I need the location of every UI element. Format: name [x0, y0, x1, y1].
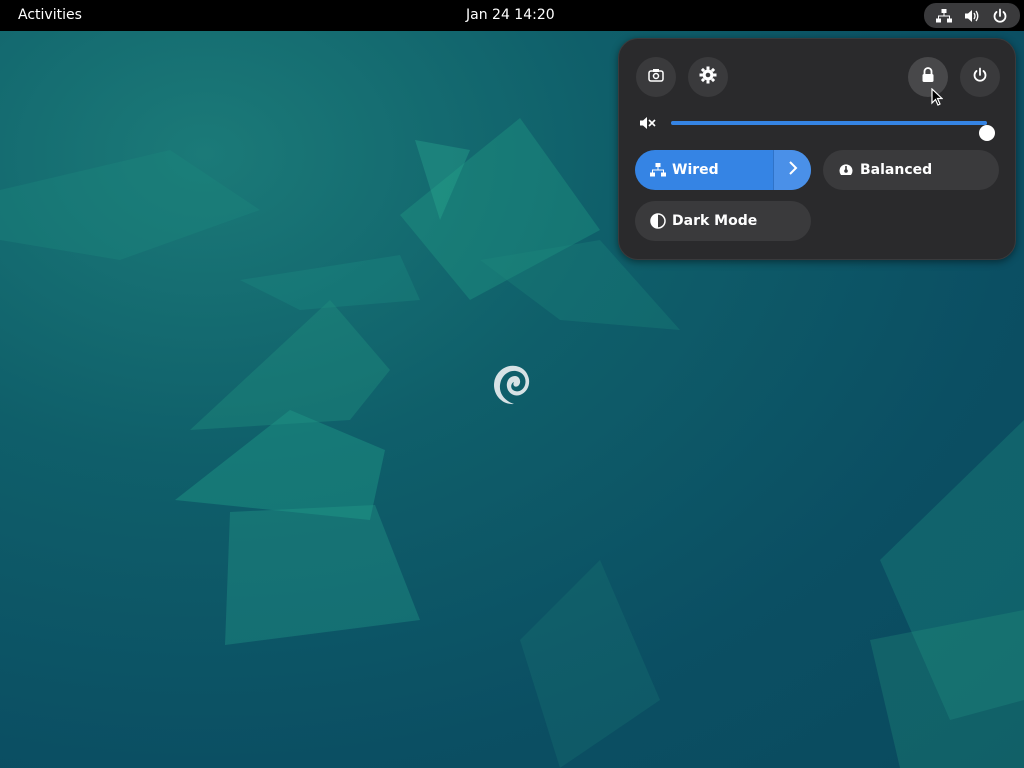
wired-label: Wired: [672, 162, 719, 178]
clock-button[interactable]: Jan 24 14:20: [456, 3, 565, 28]
volume-slider[interactable]: [671, 121, 995, 141]
debian-logo: [490, 358, 534, 414]
power-icon: [972, 67, 988, 87]
quick-settings-menu: Wired Balanced Dark Mode: [618, 38, 1016, 260]
network-wired-icon: [650, 162, 666, 178]
mouse-cursor: [931, 87, 944, 110]
dark-mode-icon: [650, 213, 666, 229]
volume-slider-knob[interactable]: [979, 125, 995, 141]
settings-button[interactable]: [688, 57, 728, 97]
wired-menu-arrow[interactable]: [773, 150, 811, 190]
network-wired-icon: [935, 7, 953, 25]
top-bar: Activities Jan 24 14:20: [0, 0, 1024, 31]
power-icon: [991, 7, 1009, 25]
volume-slider-fill: [671, 121, 987, 125]
chevron-right-icon: [788, 161, 798, 179]
volume-muted-icon[interactable]: [639, 115, 657, 135]
volume-icon: [963, 7, 981, 25]
settings-icon: [699, 66, 717, 88]
activities-button[interactable]: Activities: [8, 3, 92, 28]
screenshot-button[interactable]: [636, 57, 676, 97]
balanced-label: Balanced: [860, 162, 933, 178]
power-mode-toggle[interactable]: Balanced: [823, 150, 999, 190]
dark-mode-label: Dark Mode: [672, 213, 758, 229]
power-off-button[interactable]: [960, 57, 1000, 97]
dark-mode-toggle[interactable]: Dark Mode: [635, 201, 811, 241]
volume-row: [637, 111, 1001, 141]
wired-toggle[interactable]: Wired: [635, 150, 811, 190]
screenshot-icon: [648, 67, 664, 87]
lock-icon: [921, 67, 935, 87]
system-tray-button[interactable]: [924, 3, 1020, 28]
power-profile-icon: [838, 162, 854, 178]
